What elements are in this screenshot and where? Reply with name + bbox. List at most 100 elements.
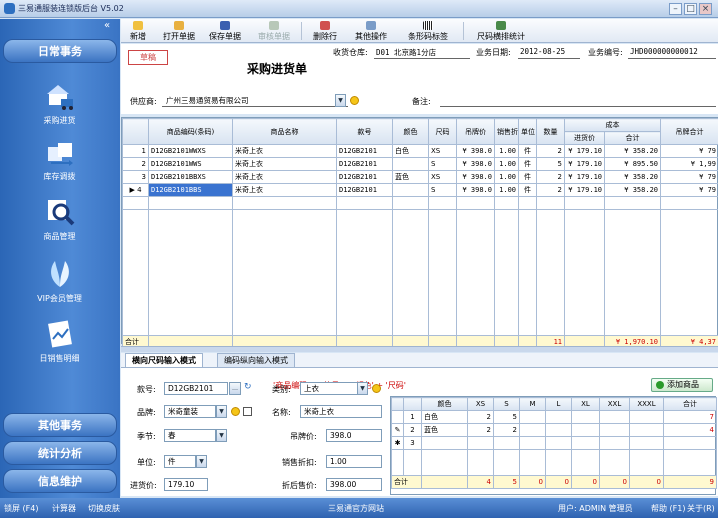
delete-row-button[interactable]: 删除行 xyxy=(309,21,341,41)
cell-xxl[interactable] xyxy=(599,436,630,450)
col-header[interactable]: 进货价 xyxy=(564,131,605,145)
table-row[interactable]: ▶ 4 D12GB2101BBS 米奇上衣 D12GB2101 S ¥ 398.0 1.00… xyxy=(122,183,718,197)
col-header[interactable]: 合计 xyxy=(604,131,661,145)
cell-name[interactable]: 米奇上衣 xyxy=(232,144,337,158)
cell-no[interactable]: 1 xyxy=(122,144,149,158)
cell-name[interactable]: 米奇上衣 xyxy=(232,157,337,171)
row-marker[interactable]: ✎ xyxy=(391,423,404,437)
season-select[interactable]: 春 xyxy=(164,429,216,442)
cell-size[interactable]: XS xyxy=(428,170,457,184)
cell-cost[interactable]: ¥ 179.10 xyxy=(564,144,605,158)
unit-select[interactable]: 件 xyxy=(164,455,196,468)
cell-no[interactable]: 1 xyxy=(403,410,422,424)
switch-skin-link[interactable]: 切换皮肤 xyxy=(88,503,120,514)
cell-total[interactable]: ¥ 358.20 xyxy=(604,183,661,197)
official-site-link[interactable]: 三易通官方网站 xyxy=(328,503,384,514)
cell-no[interactable]: 2 xyxy=(122,157,149,171)
cell-color[interactable] xyxy=(421,436,468,450)
supplier-dropdown[interactable]: ▼ xyxy=(335,94,346,107)
cell-total[interactable]: ¥ 358.20 xyxy=(604,144,661,158)
cell-disc[interactable]: 1.00 xyxy=(494,183,519,197)
category-dropdown[interactable]: ▼ xyxy=(357,382,368,395)
add-supplier-icon[interactable] xyxy=(350,96,359,105)
tagprice-input[interactable]: 398.0 xyxy=(326,429,382,442)
sidebar-category-info[interactable]: 信息维护 xyxy=(3,469,117,493)
table-row[interactable]: 1 D12GB2101WWXS 米奇上衣 D12GB2101 白色 XS ¥ 398.0 1.… xyxy=(122,144,718,158)
cell-unit[interactable]: 件 xyxy=(518,144,537,158)
cell-color[interactable]: 白色 xyxy=(421,410,468,424)
cell-total[interactable] xyxy=(663,436,717,450)
cell-xs[interactable]: 2 xyxy=(467,410,494,424)
minimize-button[interactable]: – xyxy=(669,3,682,15)
open-button[interactable]: 打开单据 xyxy=(159,21,199,41)
cell-unit[interactable]: 件 xyxy=(518,157,537,171)
calculator-link[interactable]: 计算器 xyxy=(52,503,76,514)
cell-m[interactable] xyxy=(519,423,546,437)
size-row[interactable]: ✎ 2 蓝色 2 2 4 xyxy=(391,423,717,437)
cell-xl[interactable] xyxy=(571,410,600,424)
cell-style[interactable]: D12GB2101 xyxy=(336,183,393,197)
name-input[interactable]: 米奇上衣 xyxy=(300,405,382,418)
col-header[interactable]: 单位 xyxy=(518,118,537,145)
audit-button[interactable]: 审核单据 xyxy=(254,21,294,41)
table-row[interactable]: 2 D12GB2101WWS 米奇上衣 D12GB2101 S ¥ 398.0 1.00 件 5… xyxy=(122,157,718,171)
saleprice-input[interactable]: 398.00 xyxy=(326,478,382,491)
cell-style[interactable]: D12GB2101 xyxy=(336,157,393,171)
cell-code[interactable]: D12GB2101BBS xyxy=(148,183,233,197)
sidebar-category-stats[interactable]: 统计分析 xyxy=(3,441,117,465)
brand-select[interactable]: 米奇童装 xyxy=(164,405,216,418)
sidebar-item-transfer[interactable]: 库存调拨 xyxy=(12,137,107,182)
cell-no[interactable]: ▶ 4 xyxy=(122,183,149,197)
cell-qty[interactable]: 5 xyxy=(536,157,565,171)
discount-input[interactable]: 1.00 xyxy=(326,455,382,468)
cell-s[interactable]: 5 xyxy=(493,410,520,424)
maximize-button[interactable]: □ xyxy=(684,3,697,15)
cell-unit[interactable]: 件 xyxy=(518,183,537,197)
cell-tag[interactable]: ¥ 398.0 xyxy=(456,183,495,197)
cell-s[interactable] xyxy=(493,436,520,450)
close-button[interactable]: × xyxy=(699,3,712,15)
cell-name[interactable]: 米奇上衣 xyxy=(232,183,337,197)
cell-m[interactable] xyxy=(519,436,546,450)
col-header[interactable]: 商品名称 xyxy=(232,118,337,145)
cell-xs[interactable]: 2 xyxy=(467,423,494,437)
cell-color[interactable] xyxy=(392,183,429,197)
cell-total[interactable]: ¥ 358.20 xyxy=(604,170,661,184)
add-product-button[interactable]: 添加商品 xyxy=(651,378,713,392)
unit-dropdown[interactable]: ▼ xyxy=(196,455,207,468)
help-link[interactable]: 帮助 (F1) xyxy=(651,503,685,514)
cell-cost[interactable]: ¥ 179.10 xyxy=(564,170,605,184)
cell-color[interactable]: 蓝色 xyxy=(392,170,429,184)
cell-code[interactable]: D12GB2101BBXS xyxy=(148,170,233,184)
col-header[interactable]: 吊牌合计 xyxy=(660,118,718,145)
sidebar-category-daily[interactable]: 日常事务 xyxy=(3,39,117,63)
lock-screen-link[interactable]: 锁屏 (F4) xyxy=(4,503,38,514)
table-row[interactable]: 3 D12GB2101BBXS 米奇上衣 D12GB2101 蓝色 XS ¥ 398.0 1.… xyxy=(122,170,718,184)
tab-horizontal-size[interactable]: 横向尺码输入模式 xyxy=(125,353,203,367)
remark-input[interactable] xyxy=(440,106,716,107)
cell-style[interactable]: D12GB2101 xyxy=(336,170,393,184)
cell-cost[interactable]: ¥ 179.10 xyxy=(564,183,605,197)
add-category-icon[interactable] xyxy=(372,384,381,393)
barcode-label-button[interactable]: 条形码标签 xyxy=(403,21,453,41)
new-button[interactable]: 新增 xyxy=(125,21,151,41)
col-header[interactable]: 销售折扣 xyxy=(494,118,519,145)
about-link[interactable]: 关于(R) xyxy=(687,503,715,514)
sidebar-item-daily-sales[interactable]: 日销售明细 xyxy=(12,319,107,364)
cell-xs[interactable] xyxy=(467,436,494,450)
row-marker[interactable]: ✱ xyxy=(391,436,404,450)
other-actions-button[interactable]: 其他操作 xyxy=(349,21,393,41)
cell-no[interactable]: 3 xyxy=(403,436,422,450)
cell-l[interactable] xyxy=(545,423,572,437)
items-grid[interactable]: 商品编码(条码)商品名称款号颜色尺码吊牌价销售折扣单位数量成本吊牌合计 进货价合… xyxy=(121,117,718,349)
warehouse-value[interactable]: D01 北京路1分店 xyxy=(376,47,436,58)
cell-total[interactable]: ¥ 895.50 xyxy=(604,157,661,171)
refresh-icon[interactable]: ↻ xyxy=(244,382,252,392)
cell-m[interactable] xyxy=(519,410,546,424)
sidebar-category-other[interactable]: 其他事务 xyxy=(3,413,117,437)
cell-code[interactable]: D12GB2101WWXS xyxy=(148,144,233,158)
cell-xl[interactable] xyxy=(571,423,600,437)
size-grid[interactable]: 颜色 XS S M L XL XXL XXXL 合计 1 白色 2 5 7 ✎ 2 蓝色 2 2 4 ✱ 3 合计 4 5 0… xyxy=(390,396,717,495)
cell-s[interactable]: 2 xyxy=(493,423,520,437)
size-row[interactable]: ✱ 3 xyxy=(391,436,717,450)
